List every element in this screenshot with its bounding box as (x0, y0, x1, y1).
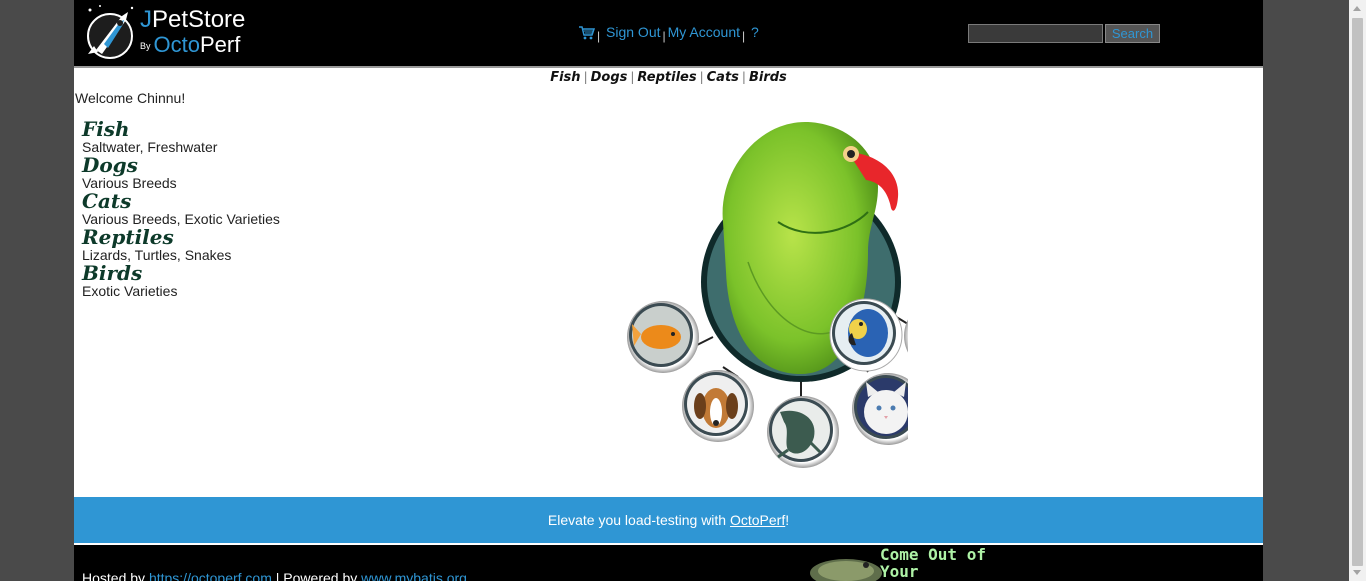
scroll-up-icon[interactable] (1353, 6, 1361, 11)
shell-promo: Come Out of Your Shell... (880, 546, 1000, 581)
dog-category-link[interactable] (682, 370, 754, 442)
logo-title: JPetStore (140, 6, 246, 33)
sidebar-category-dogs[interactable]: Dogs (82, 154, 280, 177)
powered-label: | Powered by (271, 570, 362, 581)
cart-icon[interactable] (578, 26, 596, 43)
turtle-icon (810, 559, 882, 581)
quicklink-birds[interactable]: Birds (749, 70, 787, 85)
jpetstore-logo[interactable]: JPetStore By OctoPerf (82, 2, 262, 62)
sidebar: Fish Saltwater, Freshwater Dogs Various … (82, 118, 280, 299)
banner-text: Elevate you load-testing with (547, 512, 730, 528)
quicklink-cats[interactable]: Cats (707, 70, 739, 85)
quicklink-reptiles[interactable]: Reptiles (637, 70, 696, 85)
header: JPetStore By OctoPerf | Sign Out | My Accou… (74, 0, 1263, 68)
sign-out-link[interactable]: Sign Out (606, 24, 660, 40)
turtle-banner-image[interactable] (804, 545, 884, 581)
page: JPetStore By OctoPerf | Sign Out | My Accou… (74, 0, 1263, 581)
quick-links: Fish | Dogs | Reptiles | Cats | Birds (74, 70, 1263, 85)
quicklink-separator: | (630, 70, 635, 84)
search-input[interactable] (968, 24, 1103, 43)
sidebar-category-birds[interactable]: Birds (82, 262, 280, 285)
fish-category-link[interactable] (627, 301, 699, 373)
quicklink-dogs[interactable]: Dogs (591, 70, 628, 85)
help-link[interactable]: ? (751, 24, 759, 40)
search-button[interactable]: Search (1105, 24, 1160, 43)
menu-separator: | (742, 29, 746, 43)
reptile-category-link[interactable] (767, 396, 839, 468)
bird2-category-link[interactable] (904, 300, 976, 372)
cat-category-link[interactable] (852, 373, 924, 445)
header-menu: | Sign Out | My Account | ? (578, 24, 759, 43)
macaw-image-link[interactable] (828, 297, 904, 380)
my-account-link[interactable]: My Account (668, 24, 740, 40)
quicklink-separator: | (583, 70, 588, 84)
scroll-down-icon[interactable] (1353, 570, 1361, 575)
hosted-link[interactable]: https://octoperf.com (149, 570, 272, 581)
shell-promo-line1: Come Out of (880, 545, 986, 564)
sidebar-category-reptiles[interactable]: Reptiles (82, 226, 280, 249)
banner-suffix: ! (785, 512, 790, 528)
hosted-label: Hosted by (82, 570, 149, 581)
quicklink-fish[interactable]: Fish (550, 70, 580, 85)
welcome-message: Welcome Chinnu! (75, 90, 186, 106)
quicklink-separator: | (741, 70, 746, 84)
footer: Hosted by https://octoperf.com | Powered… (74, 545, 1263, 581)
menu-separator: | (662, 29, 666, 43)
shell-promo-line2: Your Shell... (880, 562, 957, 581)
logo-subtitle: By OctoPerf (140, 32, 241, 57)
scrollbar-thumb[interactable] (1352, 18, 1363, 566)
sidebar-category-cats[interactable]: Cats (82, 190, 280, 213)
footer-credits: Hosted by https://octoperf.com | Powered… (82, 570, 467, 581)
sidebar-category-fish[interactable]: Fish (82, 118, 280, 141)
rocket-logo-icon (87, 5, 134, 59)
promo-banner: Elevate you load-testing with OctoPerf! (74, 497, 1263, 543)
powered-link[interactable]: www.mybatis.org (361, 570, 467, 581)
menu-separator: | (597, 29, 601, 43)
vertical-scrollbar[interactable] (1349, 0, 1366, 581)
octoperf-link[interactable]: OctoPerf (730, 512, 785, 528)
sidebar-description: Exotic Varieties (82, 283, 178, 299)
quicklink-separator: | (699, 70, 704, 84)
